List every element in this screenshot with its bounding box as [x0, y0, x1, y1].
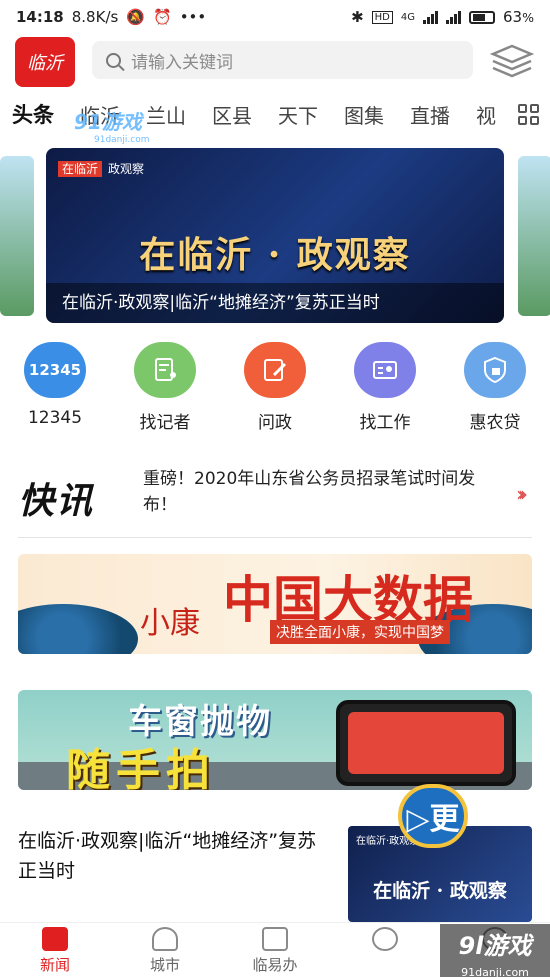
tab-lanshan[interactable]: 兰山	[146, 100, 186, 129]
tab-video[interactable]: 视	[476, 100, 496, 129]
status-bar: 14:18 8.8K/s 🔕 ⏰ ••• ✱ HD 4G 63%	[0, 0, 550, 34]
tab-live[interactable]: 直播	[410, 100, 450, 129]
quick-link-label: 找工作	[359, 413, 411, 433]
banner-title: 在临沂 · 政观察	[139, 234, 411, 276]
quick-link-jobs[interactable]: 找工作	[335, 342, 435, 436]
status-speed: 8.8K/s	[71, 8, 119, 26]
alarm-icon: ⏰	[153, 8, 172, 26]
nav-label: 新闻	[39, 956, 70, 974]
flash-news-logo: 快讯	[18, 472, 94, 524]
net-type: 4G	[400, 11, 416, 23]
quick-link-label: 问政	[258, 413, 292, 433]
promo-subtitle: 决胜全面小康，实现中国梦	[270, 620, 450, 644]
article-title: 在临沂·政观察|临沂“地摊经济”复苏正当时	[18, 830, 317, 882]
nav-services[interactable]: 临易办	[220, 923, 330, 977]
clock-icon	[372, 927, 398, 951]
quick-link-politics[interactable]: 问政	[225, 342, 325, 436]
quick-link-12345[interactable]: 12345 12345	[5, 342, 105, 436]
flash-news-text: 重磅！2020年山东省公务员招录笔试时间发布！	[143, 469, 476, 515]
search-placeholder: 请输入关键词	[131, 52, 233, 73]
hotline-icon: 12345	[24, 342, 86, 398]
watermark-top-sub: 91danji.com	[94, 135, 150, 145]
channel-grid-icon[interactable]	[506, 94, 550, 134]
quick-link-reporter[interactable]: 找记者	[115, 342, 215, 436]
layers-icon[interactable]	[489, 42, 535, 82]
search-icon	[106, 52, 121, 68]
promo-small-text: 小康	[140, 606, 200, 641]
pen-icon	[244, 342, 306, 398]
promo-banner-report[interactable]: 车窗抛物 随手拍	[18, 690, 532, 790]
banner-caption: 在临沂·政观察|临沂“地摊经济”复苏正当时	[46, 283, 504, 323]
wave-decoration	[18, 604, 138, 654]
doc-person-icon	[134, 342, 196, 398]
promo-line2: 随手拍	[66, 745, 216, 790]
quick-link-label: 找记者	[139, 413, 191, 433]
banner-tag: 在临沂 政观察	[58, 160, 144, 177]
tab-world[interactable]: 天下	[278, 100, 318, 129]
video-badge-icon[interactable]: ▷更	[398, 784, 468, 848]
banner-tag-text: 政观察	[108, 162, 145, 176]
flash-news[interactable]: 快讯 重磅！2020年山东省公务员招录笔试时间发布！ ›››	[18, 458, 532, 538]
briefcase-icon	[262, 927, 288, 951]
quick-link-loan[interactable]: 惠农贷	[445, 342, 545, 436]
nav-label: 城市	[149, 956, 180, 974]
carousel-banner[interactable]: 在临沂 政观察 在临沂 · 政观察 在临沂·政观察|临沂“地摊经济”复苏正当时	[46, 148, 504, 323]
search-bar[interactable]: 请输入关键词	[92, 41, 473, 79]
app-logo-text: 临沂	[27, 53, 63, 74]
signal-icon-2	[446, 10, 462, 24]
watermark-top-text: 91游戏	[74, 110, 142, 134]
carousel-next-card[interactable]	[518, 156, 550, 316]
app-logo[interactable]: 临沂	[15, 37, 75, 87]
battery-level: 63%	[503, 8, 534, 26]
chevron-right-icon: ›››	[516, 482, 528, 506]
nav-item-4[interactable]	[330, 923, 440, 977]
quick-link-label: 惠农贷	[469, 413, 521, 433]
hd-icon: HD	[371, 10, 393, 24]
status-time: 14:18	[16, 8, 64, 26]
nav-city[interactable]: 城市	[110, 923, 220, 977]
nav-news[interactable]: 新闻	[0, 923, 110, 977]
watermark-bottom-text: 9l游戏	[458, 932, 532, 960]
city-icon	[152, 927, 178, 951]
tab-counties[interactable]: 区县	[212, 100, 252, 129]
top-header: 临沂 请输入关键词	[0, 34, 550, 90]
battery-icon	[469, 10, 496, 24]
banner-tag-logo: 在临沂	[58, 161, 103, 177]
signal-icon	[423, 10, 439, 24]
nav-label: 临易办	[252, 956, 298, 974]
watermark-bottom: 9l游戏 91danji.com	[440, 924, 550, 977]
flash-news-logo-text: 快讯	[18, 480, 95, 522]
quick-link-label: 12345	[27, 408, 83, 428]
tab-headline[interactable]: 头条	[12, 99, 54, 129]
promo-banner-big-data[interactable]: 小康 中国大数据 决胜全面小康，实现中国梦	[18, 554, 532, 654]
app-screen: 14:18 8.8K/s 🔕 ⏰ ••• ✱ HD 4G 63% 临沂 请输入关…	[0, 0, 550, 977]
carousel-prev-card[interactable]	[0, 156, 34, 316]
more-dots-icon: •••	[179, 8, 207, 26]
phone-illustration	[336, 700, 516, 786]
banner-carousel: 在临沂 政观察 在临沂 · 政观察 在临沂·政观察|临沂“地摊经济”复苏正当时	[0, 138, 550, 326]
news-icon	[42, 927, 68, 951]
mute-icon: 🔕	[126, 8, 145, 26]
watermark-bottom-sub: 91danji.com	[461, 966, 529, 977]
bluetooth-icon: ✱	[351, 8, 364, 26]
watermark-top: 91游戏 91danji.com	[74, 106, 149, 145]
thumbnail-title: 在临沂 · 政观察	[373, 880, 507, 902]
tab-gallery[interactable]: 图集	[344, 100, 384, 129]
shield-icon	[464, 342, 526, 398]
id-card-icon	[354, 342, 416, 398]
quick-links: 12345 12345 找记者 问政 找工作 惠农贷	[0, 342, 550, 436]
